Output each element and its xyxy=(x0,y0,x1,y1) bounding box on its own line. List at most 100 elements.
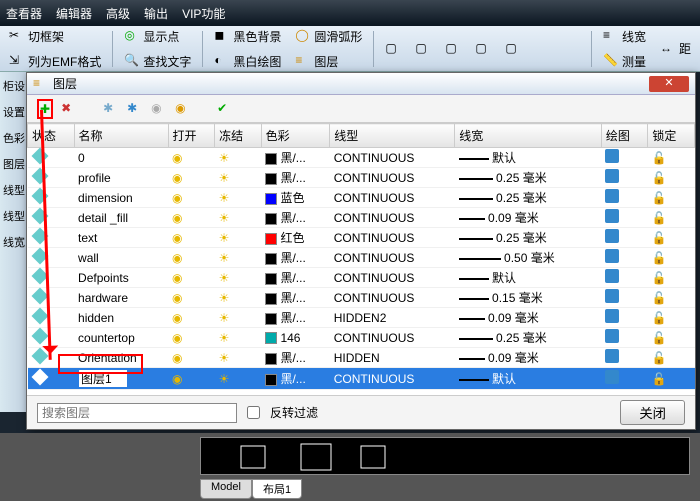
delete-layer-icon[interactable]: ✖ xyxy=(61,101,77,117)
lock-cell[interactable]: 🔓 xyxy=(648,148,695,168)
menu-vip[interactable]: VIP功能 xyxy=(182,5,225,22)
linetype-cell[interactable]: HIDDEN2 xyxy=(330,308,455,328)
col-header[interactable]: 线型 xyxy=(330,124,455,148)
lock-cell[interactable]: 🔓 xyxy=(648,368,695,390)
lineweight-cell[interactable]: 0.25 毫米 xyxy=(455,228,602,248)
color-cell[interactable]: 146 xyxy=(261,328,330,348)
side-item[interactable]: 图层 xyxy=(2,156,26,172)
color-cell[interactable]: 黑/... xyxy=(261,168,330,188)
col-header[interactable]: 线宽 xyxy=(455,124,602,148)
freeze2-icon[interactable]: ✱ xyxy=(127,101,143,117)
plot-cell[interactable] xyxy=(601,188,648,208)
lock-cell[interactable]: 🔓 xyxy=(648,348,695,368)
name-cell[interactable]: Defpoints xyxy=(74,268,168,288)
tool-a[interactable]: ▢ xyxy=(380,38,406,60)
open-cell[interactable]: ◉ xyxy=(168,268,215,288)
menu-viewer[interactable]: 查看器 xyxy=(6,5,42,22)
linetype-cell[interactable]: CONTINUOUS xyxy=(330,228,455,248)
color-cell[interactable]: 黑/... xyxy=(261,308,330,328)
linetype-cell[interactable]: CONTINUOUS xyxy=(330,328,455,348)
col-header[interactable]: 冻结 xyxy=(215,124,262,148)
menu-output[interactable]: 输出 xyxy=(144,5,168,22)
btn-bw-draw[interactable]: ◐黑白绘图 xyxy=(209,50,286,73)
tool-d[interactable]: ▢ xyxy=(470,38,496,60)
side-item[interactable]: 色彩 xyxy=(2,130,26,146)
open-cell[interactable]: ◉ xyxy=(168,328,215,348)
name-cell[interactable]: profile xyxy=(74,168,168,188)
open-cell[interactable]: ◉ xyxy=(168,168,215,188)
linetype-cell[interactable]: CONTINUOUS xyxy=(330,208,455,228)
color-cell[interactable]: 红色 xyxy=(261,228,330,248)
linetype-cell[interactable]: CONTINUOUS xyxy=(330,168,455,188)
lineweight-cell[interactable]: 0.25 毫米 xyxy=(455,188,602,208)
menu-advanced[interactable]: 高级 xyxy=(106,5,130,22)
open-cell[interactable]: ◉ xyxy=(168,308,215,328)
invert-checkbox[interactable] xyxy=(247,406,260,419)
layer-row[interactable]: wall◉☀ 黑/...CONTINUOUS 0.50 毫米🔓 xyxy=(28,248,695,268)
plot-cell[interactable] xyxy=(601,148,648,168)
lock-cell[interactable]: 🔓 xyxy=(648,208,695,228)
lineweight-cell[interactable]: 0.09 毫米 xyxy=(455,348,602,368)
name-cell[interactable]: countertop xyxy=(74,328,168,348)
btn-dist[interactable]: ↔距 xyxy=(655,37,696,60)
layer-row[interactable]: hidden◉☀ 黑/...HIDDEN2 0.09 毫米🔓 xyxy=(28,308,695,328)
color-cell[interactable]: 黑/... xyxy=(261,208,330,228)
btn-show-point[interactable]: ◎显示点 xyxy=(119,25,196,48)
close-icon[interactable]: ✕ xyxy=(649,76,689,92)
freeze-cell[interactable]: ☀ xyxy=(215,208,262,228)
tab-layout1[interactable]: 布局1 xyxy=(252,479,302,499)
col-header[interactable]: 锁定 xyxy=(648,124,695,148)
freeze-cell[interactable]: ☀ xyxy=(215,348,262,368)
lock-cell[interactable]: 🔓 xyxy=(648,228,695,248)
menu-editor[interactable]: 编辑器 xyxy=(56,5,92,22)
open-cell[interactable]: ◉ xyxy=(168,228,215,248)
lineweight-cell[interactable]: 0.15 毫米 xyxy=(455,288,602,308)
lineweight-cell[interactable]: 0.09 毫米 xyxy=(455,308,602,328)
tool-e[interactable]: ▢ xyxy=(500,38,526,60)
linetype-cell[interactable]: CONTINUOUS xyxy=(330,188,455,208)
check-icon[interactable]: ✔ xyxy=(217,101,233,117)
tool-b[interactable]: ▢ xyxy=(410,38,436,60)
freeze-cell[interactable]: ☀ xyxy=(215,148,262,168)
tool-c[interactable]: ▢ xyxy=(440,38,466,60)
plot-cell[interactable] xyxy=(601,348,648,368)
plot-cell[interactable] xyxy=(601,268,648,288)
lineweight-cell[interactable]: 0.25 毫米 xyxy=(455,168,602,188)
side-item[interactable]: 线型 xyxy=(2,208,26,224)
col-header[interactable]: 状态 xyxy=(28,124,75,148)
layer-row[interactable]: dimension◉☀ 蓝色CONTINUOUS 0.25 毫米🔓 xyxy=(28,188,695,208)
plot-cell[interactable] xyxy=(601,328,648,348)
color-cell[interactable]: 黑/... xyxy=(261,268,330,288)
btn-linewidth[interactable]: ≡线宽 xyxy=(598,25,651,48)
freeze-cell[interactable]: ☀ xyxy=(215,328,262,348)
btn-measure[interactable]: 📏测量 xyxy=(598,50,651,73)
layer-row[interactable]: countertop◉☀ 146CONTINUOUS 0.25 毫米🔓 xyxy=(28,328,695,348)
name-cell[interactable]: text xyxy=(74,228,168,248)
linetype-cell[interactable]: HIDDEN xyxy=(330,348,455,368)
freeze-cell[interactable]: ☀ xyxy=(215,308,262,328)
freeze-cell[interactable]: ☀ xyxy=(215,228,262,248)
side-item[interactable]: 设置 xyxy=(2,104,26,120)
linetype-cell[interactable]: CONTINUOUS xyxy=(330,288,455,308)
name-cell[interactable]: 图层1 xyxy=(74,368,168,390)
lineweight-cell[interactable]: 默认 xyxy=(455,148,602,168)
linetype-cell[interactable]: CONTINUOUS xyxy=(330,148,455,168)
btn-cut-frame[interactable]: ✂切框架 xyxy=(4,25,106,48)
layer-row[interactable]: 图层1◉☀ 黑/...CONTINUOUS 默认🔓 xyxy=(28,368,695,390)
name-cell[interactable]: hidden xyxy=(74,308,168,328)
freeze-cell[interactable]: ☀ xyxy=(215,368,262,390)
open-cell[interactable]: ◉ xyxy=(168,188,215,208)
linetype-cell[interactable]: CONTINUOUS xyxy=(330,268,455,288)
open-cell[interactable]: ◉ xyxy=(168,288,215,308)
freeze-cell[interactable]: ☀ xyxy=(215,248,262,268)
lineweight-cell[interactable]: 0.25 毫米 xyxy=(455,328,602,348)
lineweight-cell[interactable]: 0.09 毫米 xyxy=(455,208,602,228)
lock-cell[interactable]: 🔓 xyxy=(648,288,695,308)
open-cell[interactable]: ◉ xyxy=(168,208,215,228)
plot-cell[interactable] xyxy=(601,168,648,188)
color-cell[interactable]: 黑/... xyxy=(261,368,330,390)
lock-cell[interactable]: 🔓 xyxy=(648,188,695,208)
freeze-cell[interactable]: ☀ xyxy=(215,188,262,208)
layer-row[interactable]: Defpoints◉☀ 黑/...CONTINUOUS 默认🔓 xyxy=(28,268,695,288)
layer-row[interactable]: profile◉☀ 黑/...CONTINUOUS 0.25 毫米🔓 xyxy=(28,168,695,188)
